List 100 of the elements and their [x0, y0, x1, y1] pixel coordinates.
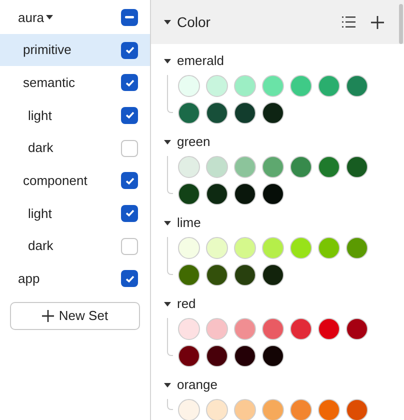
color-swatch[interactable]	[346, 237, 368, 259]
set-label: component	[23, 172, 88, 190]
scrollbar-thumb[interactable]	[399, 4, 403, 44]
checkbox[interactable]	[121, 42, 138, 59]
color-swatch[interactable]	[206, 75, 228, 97]
color-swatch[interactable]	[234, 399, 256, 420]
set-item[interactable]: light	[0, 99, 150, 132]
caret-icon[interactable]	[164, 140, 171, 144]
color-swatch[interactable]	[290, 318, 312, 340]
color-swatch[interactable]	[234, 237, 256, 259]
color-swatch[interactable]	[234, 318, 256, 340]
color-swatch[interactable]	[346, 156, 368, 178]
color-swatch[interactable]	[206, 318, 228, 340]
checkbox[interactable]	[121, 140, 138, 157]
check-icon	[124, 274, 134, 283]
color-swatch[interactable]	[290, 156, 312, 178]
checkbox[interactable]	[121, 74, 138, 92]
group-name: red	[177, 295, 196, 314]
color-swatch[interactable]	[178, 399, 200, 420]
color-swatch[interactable]	[262, 75, 284, 97]
color-swatch[interactable]	[262, 345, 284, 367]
checkbox[interactable]	[121, 8, 138, 26]
color-swatch[interactable]	[178, 345, 200, 367]
checkbox[interactable]	[121, 270, 138, 288]
color-swatch[interactable]	[346, 399, 368, 420]
color-swatch[interactable]	[206, 102, 228, 124]
check-icon	[124, 111, 134, 120]
check-icon	[124, 46, 134, 54]
set-item[interactable]: semantic	[0, 66, 150, 100]
checkbox[interactable]	[121, 204, 138, 222]
color-swatch[interactable]	[290, 75, 312, 97]
color-swatch[interactable]	[178, 75, 200, 97]
list-icon[interactable]	[342, 16, 356, 28]
color-swatch[interactable]	[318, 237, 340, 259]
plus-icon	[42, 310, 54, 322]
color-swatch[interactable]	[262, 156, 284, 178]
set-item[interactable]: component	[0, 164, 150, 198]
color-swatch[interactable]	[234, 156, 256, 178]
color-swatch[interactable]	[206, 345, 228, 367]
color-swatch[interactable]	[262, 183, 284, 205]
caret-icon[interactable]	[164, 20, 171, 24]
set-item[interactable]: dark	[0, 230, 150, 262]
checkbox[interactable]	[121, 172, 138, 190]
color-swatch[interactable]	[262, 102, 284, 124]
color-swatch[interactable]	[318, 399, 340, 420]
caret-icon[interactable]	[46, 14, 54, 20]
color-swatch[interactable]	[234, 183, 256, 205]
set-item[interactable]: primitive	[0, 34, 150, 66]
check-icon	[124, 176, 134, 185]
section-title: Color	[177, 12, 212, 32]
color-swatch[interactable]	[318, 318, 340, 340]
color-swatch[interactable]	[262, 399, 284, 420]
minus-icon	[125, 16, 134, 19]
color-swatch[interactable]	[262, 264, 284, 286]
color-swatch[interactable]	[318, 156, 340, 178]
set-label: light	[28, 204, 52, 223]
color-swatch[interactable]	[206, 183, 228, 205]
group-name: green	[177, 133, 210, 152]
check-icon	[124, 209, 134, 218]
group-name: orange	[177, 376, 218, 394]
group-name: lime	[177, 214, 201, 232]
color-swatch[interactable]	[178, 183, 200, 205]
color-swatch[interactable]	[262, 237, 284, 259]
set-label: aura	[18, 8, 44, 27]
plus-icon[interactable]	[371, 16, 384, 28]
caret-icon[interactable]	[164, 302, 171, 306]
color-swatch[interactable]	[234, 345, 256, 367]
color-swatch[interactable]	[206, 264, 228, 286]
color-swatch[interactable]	[178, 156, 200, 178]
color-swatch[interactable]	[178, 102, 200, 124]
set-label: semantic	[23, 74, 76, 92]
set-item[interactable]: aura	[0, 1, 150, 34]
color-swatch[interactable]	[290, 237, 312, 259]
group-name: emerald	[177, 52, 224, 70]
color-swatch[interactable]	[178, 318, 200, 340]
set-label: dark	[28, 237, 54, 256]
caret-icon[interactable]	[164, 58, 171, 64]
color-swatch[interactable]	[318, 75, 340, 97]
set-item[interactable]: dark	[0, 132, 150, 164]
checkbox[interactable]	[121, 106, 138, 124]
color-swatch[interactable]	[290, 399, 312, 420]
color-swatch[interactable]	[262, 318, 284, 340]
color-swatch[interactable]	[206, 399, 228, 420]
color-swatch[interactable]	[234, 75, 256, 97]
color-swatch[interactable]	[178, 264, 200, 286]
caret-icon[interactable]	[164, 220, 171, 226]
caret-icon[interactable]	[164, 382, 171, 388]
color-swatch[interactable]	[346, 318, 368, 340]
color-swatch[interactable]	[234, 102, 256, 124]
checkbox[interactable]	[121, 238, 138, 255]
color-swatch[interactable]	[234, 264, 256, 286]
set-label: primitive	[23, 41, 72, 60]
set-item[interactable]: light	[0, 197, 150, 230]
new-set-button[interactable]: New Set	[10, 302, 140, 330]
set-label: dark	[28, 139, 54, 158]
set-item[interactable]: app	[0, 262, 150, 296]
color-swatch[interactable]	[206, 156, 228, 178]
color-swatch[interactable]	[206, 237, 228, 259]
color-swatch[interactable]	[346, 75, 368, 97]
color-swatch[interactable]	[178, 237, 200, 259]
